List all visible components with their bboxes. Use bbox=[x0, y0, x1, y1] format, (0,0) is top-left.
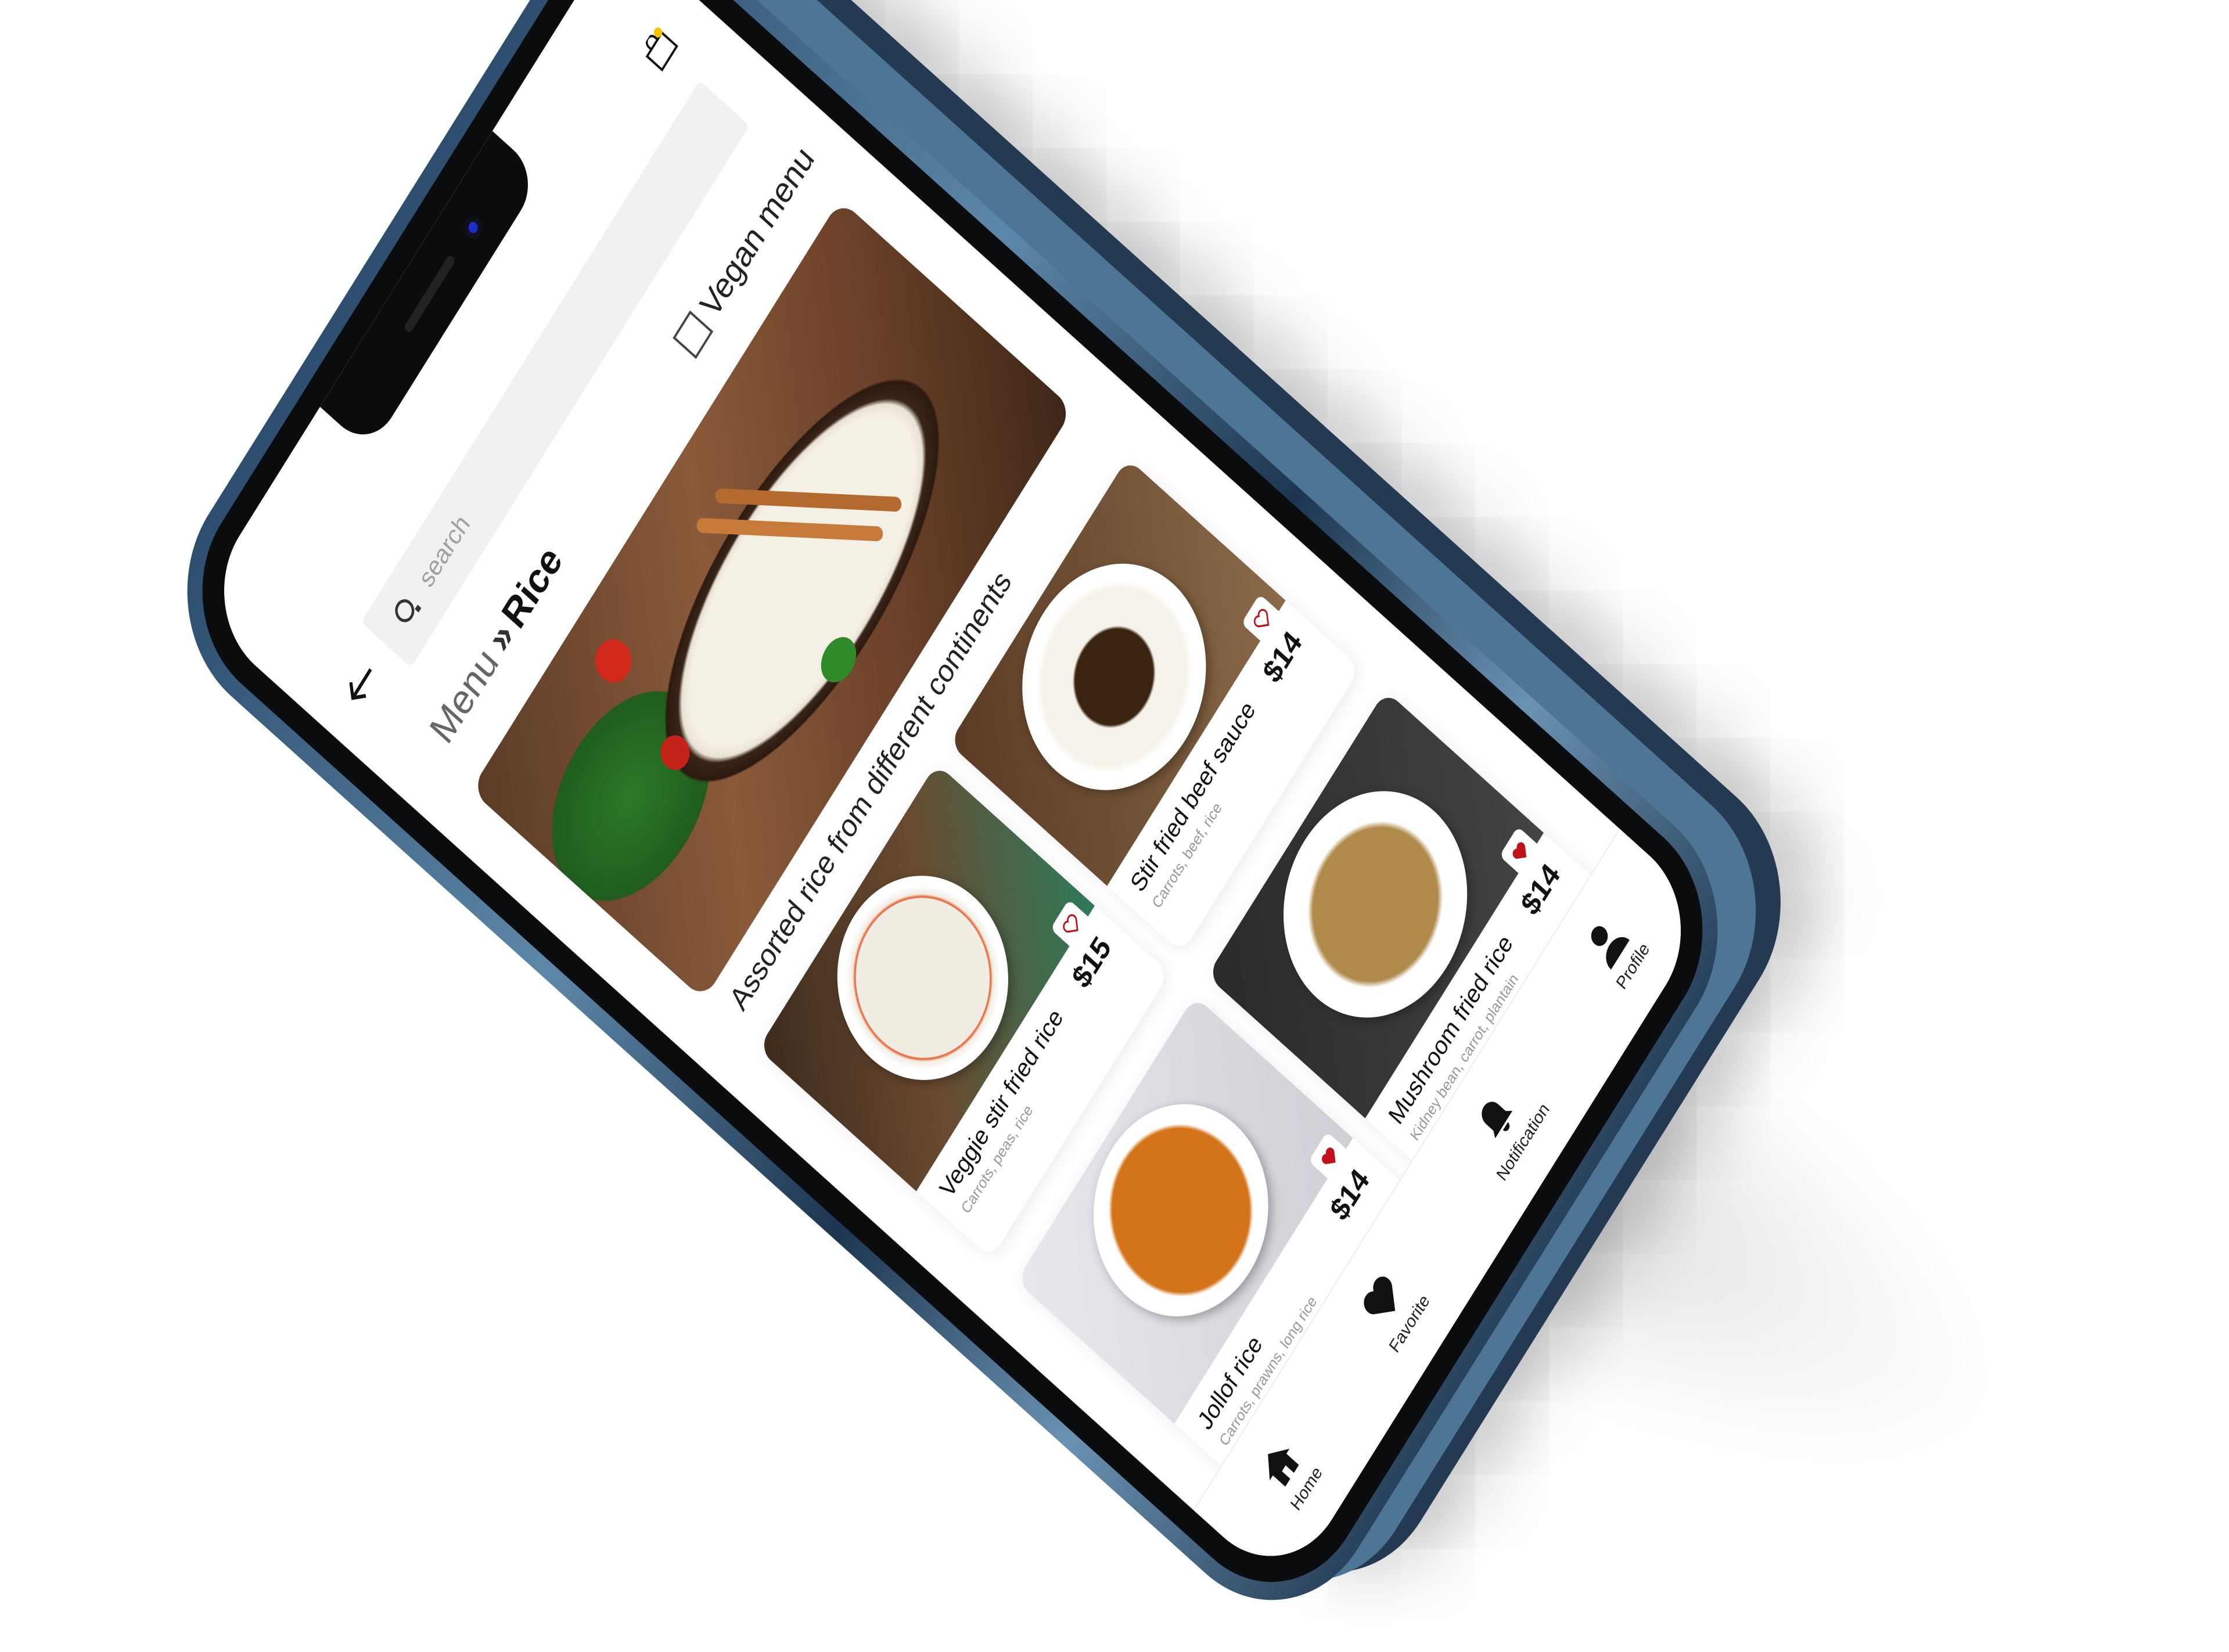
tomato bbox=[655, 728, 696, 777]
tomato bbox=[588, 630, 639, 692]
chopsticks bbox=[715, 488, 902, 512]
nav-home[interactable]: Home bbox=[1252, 1431, 1326, 1515]
scene: Menu » Rice Vegan menu Assorted rice fro… bbox=[0, 0, 2229, 1652]
nav-favorite[interactable]: Favorite bbox=[1351, 1259, 1433, 1357]
heart-outline-icon bbox=[1253, 609, 1270, 628]
heart-outline-icon bbox=[1063, 914, 1078, 933]
front-camera bbox=[461, 213, 486, 243]
herb bbox=[814, 628, 864, 691]
nav-profile[interactable]: Profile bbox=[1578, 908, 1653, 994]
back-arrow-icon[interactable] bbox=[337, 653, 386, 715]
vegan-checkbox[interactable] bbox=[673, 310, 713, 359]
breadcrumb-current: Rice bbox=[494, 537, 570, 637]
heart-filled-icon bbox=[1322, 1147, 1336, 1164]
plate bbox=[1058, 1062, 1304, 1359]
speaker bbox=[403, 254, 456, 334]
search-icon bbox=[395, 599, 422, 622]
nav-notification[interactable]: Notification bbox=[1458, 1068, 1553, 1185]
chopsticks bbox=[696, 517, 883, 542]
shopping-bag-icon[interactable] bbox=[639, 24, 681, 74]
heart-filled-icon bbox=[1512, 842, 1527, 859]
breadcrumb-parent[interactable]: Menu bbox=[422, 639, 506, 753]
